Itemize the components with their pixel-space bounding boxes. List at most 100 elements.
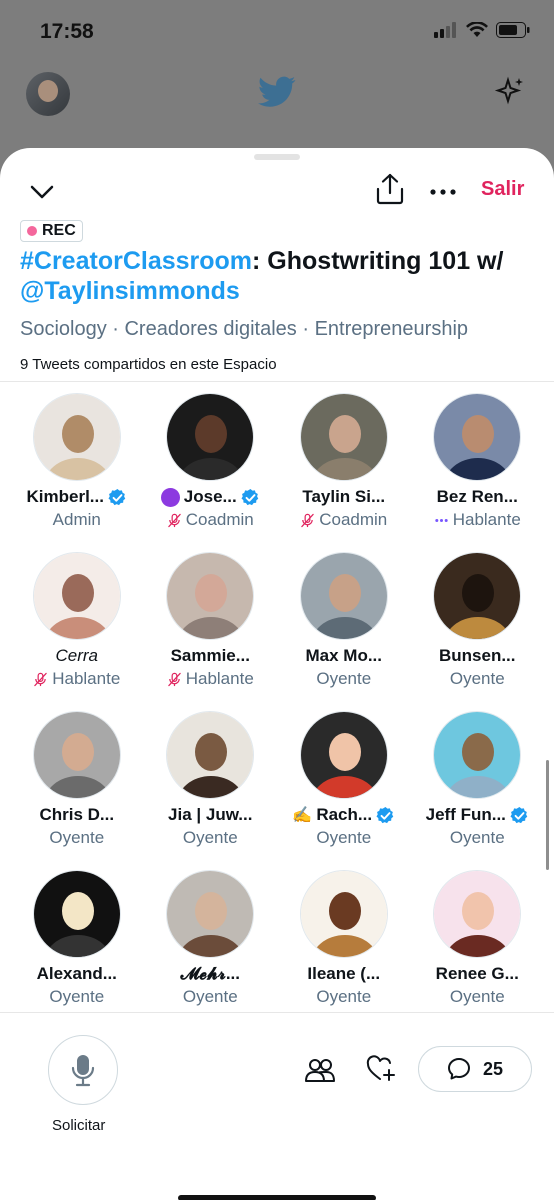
avatar-image — [434, 712, 521, 798]
participant-card[interactable]: Max Mo... Oyente — [277, 552, 411, 711]
participant-card[interactable]: Alexand... Oyente — [10, 870, 144, 1029]
avatar-image — [300, 553, 387, 639]
shared-tweets-link[interactable]: 9 Tweets compartidos en este Espacio — [20, 356, 277, 373]
participant-role-row: Oyente — [450, 828, 505, 848]
participant-name: Jia | Juw... — [168, 805, 253, 824]
participant-card[interactable]: Sammie... Hablante — [144, 552, 278, 711]
participant-name-row: Jia | Juw... — [168, 805, 252, 825]
participant-name: Kimberl... — [26, 487, 104, 506]
profile-avatar — [26, 72, 70, 116]
purple-circle-icon — [160, 487, 180, 507]
participant-role-row: Oyente — [450, 987, 505, 1007]
participant-avatar[interactable] — [166, 711, 255, 799]
participant-avatar[interactable] — [299, 393, 388, 481]
more-options-icon[interactable] — [428, 178, 458, 206]
participant-name-row: Jose... — [160, 487, 260, 507]
verified-badge-icon — [108, 488, 126, 505]
participant-role-row: Oyente — [450, 669, 505, 689]
participant-card[interactable]: 𝓜𝓮𝓱𝓻... Oyente — [144, 870, 278, 1029]
participant-role-row: Oyente — [316, 987, 371, 1007]
participant-name: Rach... — [316, 805, 373, 824]
collapse-chevron-icon[interactable] — [28, 178, 56, 206]
avatar-image — [33, 394, 120, 480]
participant-name: Chris D... — [39, 805, 115, 824]
participant-card[interactable]: Bez Ren... Hablante — [411, 393, 545, 552]
share-icon[interactable] — [374, 172, 406, 206]
rec-label: REC — [42, 222, 76, 239]
participant-role: Oyente — [316, 987, 372, 1006]
mic-off-icon — [167, 513, 181, 527]
participant-name-row: Cerra — [55, 646, 98, 666]
signal-icon — [434, 22, 456, 38]
participant-avatar[interactable] — [166, 552, 255, 640]
participant-avatar[interactable] — [299, 711, 388, 799]
participant-card[interactable]: Renee G... Oyente — [411, 870, 545, 1029]
participant-role: Oyente — [449, 828, 505, 847]
participant-role: Oyente — [49, 987, 105, 1006]
avatar-image — [434, 871, 521, 957]
participant-avatar[interactable] — [32, 393, 121, 481]
participant-avatar[interactable] — [433, 711, 522, 799]
participant-name-row: Bez Ren... — [437, 487, 518, 507]
mic-off-pink-icon — [167, 672, 181, 686]
request-mic-button[interactable] — [48, 1035, 118, 1105]
heart-plus-icon[interactable] — [366, 1055, 396, 1083]
participant-name: Ileane (... — [307, 964, 381, 983]
participant-avatar[interactable] — [299, 552, 388, 640]
participant-role: Oyente — [316, 828, 372, 847]
title-hashtag-link[interactable]: #CreatorClassroom — [20, 247, 252, 275]
participant-card[interactable]: Ileane (... Oyente — [277, 870, 411, 1029]
participant-role: Oyente — [182, 987, 238, 1006]
scroll-indicator[interactable] — [546, 760, 549, 870]
avatar-image — [33, 871, 120, 957]
participant-name-row: Alexand... — [37, 964, 117, 984]
wifi-icon — [466, 22, 488, 37]
participant-avatar[interactable] — [299, 870, 388, 958]
participant-name-row: Renee G... — [436, 964, 519, 984]
writing-hand-icon: ✍️ — [292, 807, 313, 824]
participant-role: Oyente — [182, 828, 238, 847]
request-label: Solicitar — [52, 1117, 106, 1134]
participant-role: Admin — [52, 510, 101, 529]
people-icon[interactable] — [305, 1057, 335, 1083]
avatar-image — [300, 394, 387, 480]
bottom-bar: Solicitar 25 — [0, 1012, 554, 1200]
participant-role: Hablante — [52, 669, 121, 688]
comments-button[interactable]: 25 — [418, 1046, 532, 1092]
participant-card[interactable]: Kimberl... Admin — [10, 393, 144, 552]
participant-card[interactable]: Chris D... Oyente — [10, 711, 144, 870]
participant-avatar[interactable] — [433, 552, 522, 640]
participant-avatar[interactable] — [433, 393, 522, 481]
participant-name: Max Mo... — [305, 646, 382, 665]
title-mention-link[interactable]: @Taylinsimmonds — [20, 277, 240, 305]
participant-avatar[interactable] — [32, 711, 121, 799]
space-topics[interactable]: Sociology · Creadores digitales · Entrep… — [20, 318, 468, 341]
participant-avatar[interactable] — [32, 552, 121, 640]
participant-card[interactable]: Cerra Hablante — [10, 552, 144, 711]
twitter-bird-icon — [258, 76, 296, 107]
participant-avatar[interactable] — [166, 870, 255, 958]
leave-button[interactable]: Salir — [481, 178, 524, 201]
sheet-grabber[interactable] — [254, 154, 300, 160]
participant-role-row: Oyente — [183, 987, 238, 1007]
avatar-image — [33, 553, 120, 639]
participant-name: Sammie... — [170, 646, 250, 665]
participant-role: Oyente — [316, 669, 372, 688]
participant-card[interactable]: Jia | Juw... Oyente — [144, 711, 278, 870]
participant-avatar[interactable] — [166, 393, 255, 481]
participant-card[interactable]: Taylin Si... Coadmin — [277, 393, 411, 552]
participant-role-row: Oyente — [316, 669, 371, 689]
participant-card[interactable]: ✍️ Rach... Oyente — [277, 711, 411, 870]
participant-card[interactable]: Jeff Fun... Oyente — [411, 711, 545, 870]
participant-card[interactable]: Jose... Coadmin — [144, 393, 278, 552]
participant-name-row: ✍️ Rach... — [292, 805, 395, 825]
participants-grid: Kimberl... Admin Jose... Coadmin Taylin Si… — [10, 393, 544, 1029]
status-time: 17:58 — [40, 20, 94, 43]
participant-role-row: Oyente — [49, 987, 104, 1007]
participant-avatar[interactable] — [433, 870, 522, 958]
avatar-image — [167, 712, 254, 798]
participant-role: Hablante — [185, 669, 254, 688]
participant-avatar[interactable] — [32, 870, 121, 958]
space-sheet: Salir REC #CreatorClassroom: Ghostwritin… — [0, 148, 554, 1200]
participant-card[interactable]: Bunsen... Oyente — [411, 552, 545, 711]
